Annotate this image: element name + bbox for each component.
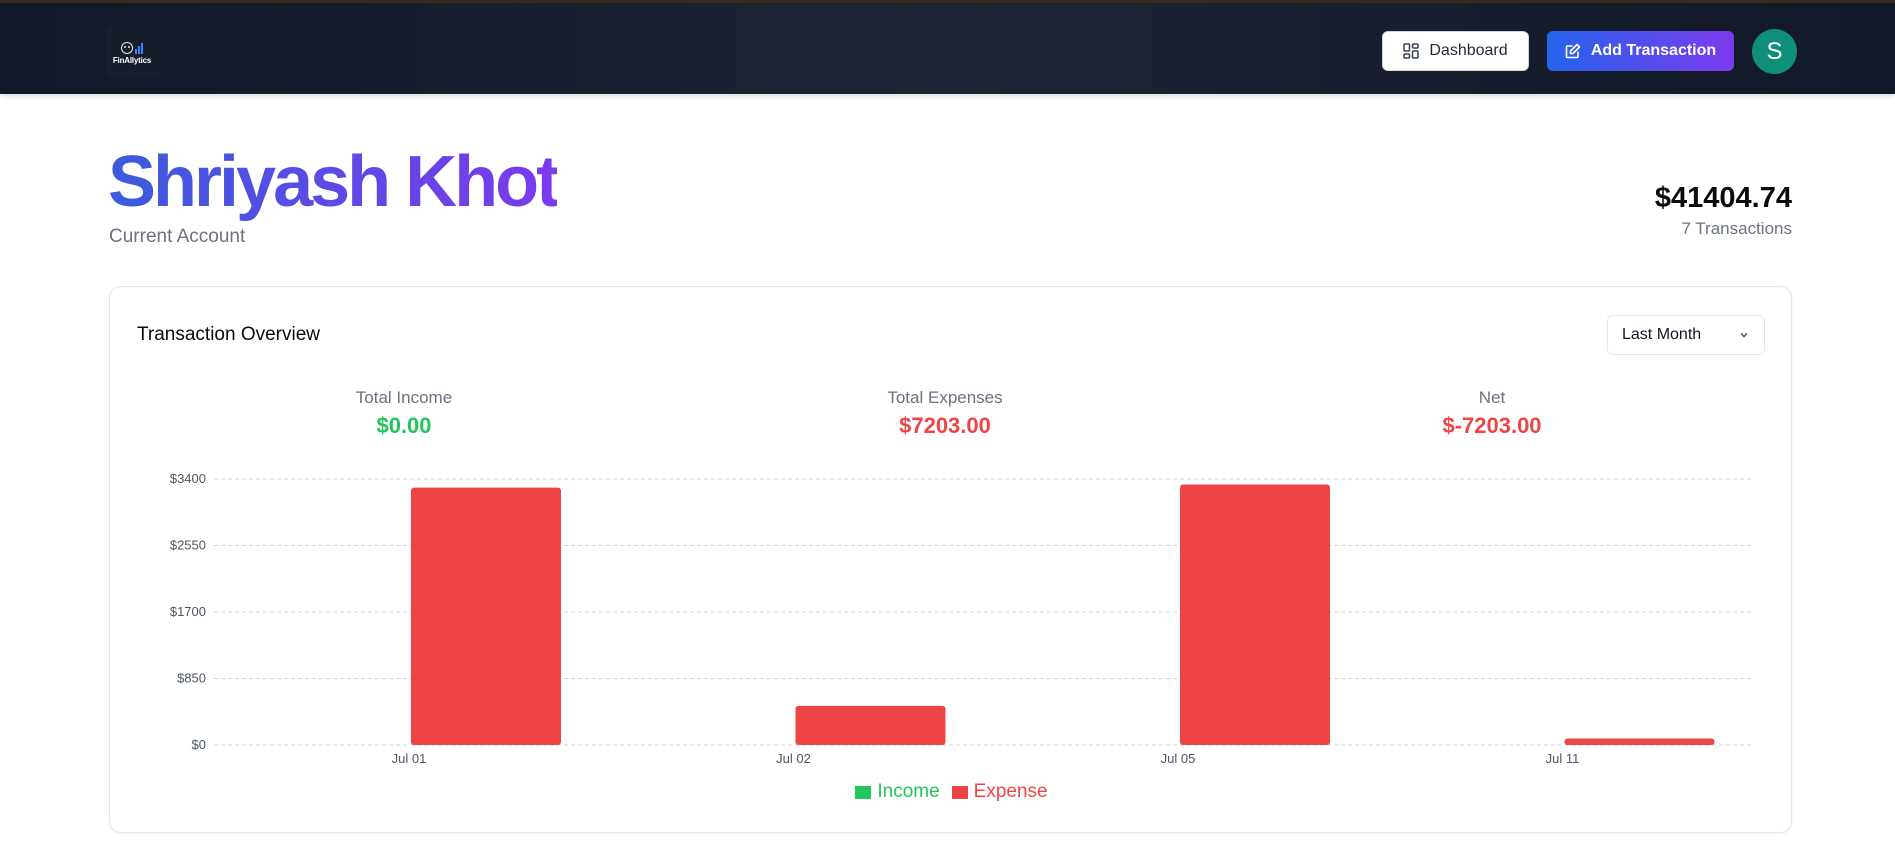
expense-bar [411,487,561,745]
chart-legend: Income Expense [110,781,1793,803]
y-tick-label: $0 [192,737,206,752]
legend-label-income: Income [877,781,940,802]
y-tick-label: $1700 [170,604,206,619]
expense-bar [795,705,946,745]
logo-icon [121,38,143,54]
dashboard-button[interactable]: Dashboard [1382,31,1529,71]
add-transaction-button[interactable]: Add Transaction [1547,31,1734,71]
account-balance: $41404.74 [1654,182,1792,214]
expense-bar-chart: $0 $850 $1700 $2550 $3400 Jul 01 Jul 02 Jul 05 J… [170,471,1752,766]
expense-bar [1180,484,1330,745]
expense-bar [1564,738,1715,745]
y-tick-label: $850 [177,671,206,686]
legend-swatch-income [855,785,872,799]
account-name: Shriyash Khot [108,138,560,226]
x-tick-label: Jul 01 [392,751,427,766]
dashboard-button-label: Dashboard [1429,42,1508,59]
x-tick-label: Jul 02 [776,751,811,766]
x-tick-label: Jul 05 [1161,751,1196,766]
user-avatar[interactable]: S [1752,29,1797,74]
legend-item-expense[interactable]: Expense [951,781,1048,803]
legend-swatch-expense [951,785,968,799]
transaction-overview-card: Transaction Overview Last Month Total In… [109,286,1792,833]
x-tick-label: Jul 11 [1546,751,1580,766]
y-tick-label: $2550 [170,538,206,553]
account-type: Current Account [109,226,246,247]
transaction-count: 7 Transactions [1681,219,1792,238]
y-tick-label: $3400 [170,471,206,486]
top-navbar: FinAllytics Dashboard Add Transaction S [0,0,1895,94]
legend-label-expense: Expense [973,781,1048,802]
legend-item-income[interactable]: Income [855,781,940,803]
edit-icon [1565,43,1581,59]
logo-text: FinAllytics [112,55,152,65]
dashboard-icon [1403,43,1420,59]
add-transaction-label: Add Transaction [1590,42,1717,59]
app-logo[interactable]: FinAllytics [105,25,159,77]
